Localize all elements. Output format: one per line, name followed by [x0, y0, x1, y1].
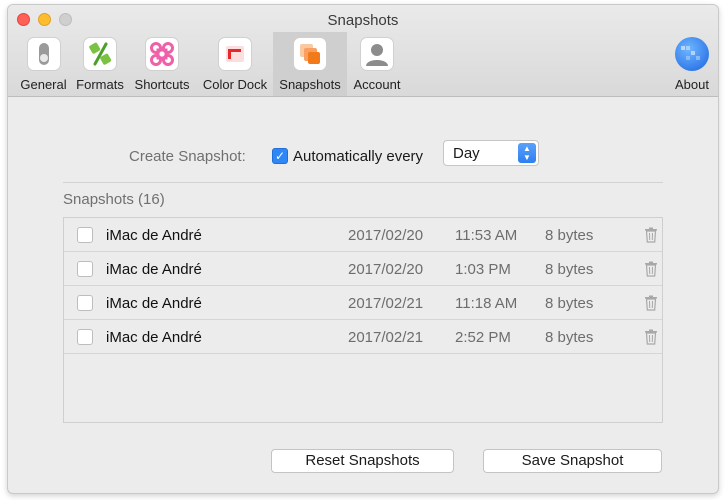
snapshot-name: iMac de André: [106, 227, 202, 244]
create-snapshot-label: Create Snapshot:: [129, 148, 246, 165]
auto-snapshot-label[interactable]: Automatically every: [293, 148, 423, 165]
tab-formats[interactable]: Formats: [72, 32, 128, 96]
snapshot-date: 2017/02/21: [348, 295, 424, 312]
preferences-window: Snapshots General Formats Shortcuts Colo…: [7, 4, 719, 494]
snapshots-pane: Create Snapshot: ✓ Automatically every D…: [8, 97, 718, 493]
tab-label: Shortcuts: [134, 77, 190, 92]
tab-shortcuts[interactable]: Shortcuts: [130, 32, 194, 96]
row-checkbox[interactable]: [77, 295, 93, 311]
tab-account[interactable]: Account: [347, 32, 407, 96]
save-snapshot-button[interactable]: Save Snapshot: [483, 449, 662, 473]
table-row[interactable]: iMac de André 2017/02/21 2:52 PM 8 bytes: [64, 320, 662, 354]
snapshot-date: 2017/02/20: [348, 227, 424, 244]
table-row[interactable]: iMac de André 2017/02/20 1:03 PM 8 bytes: [64, 252, 662, 286]
snapshot-size: 8 bytes: [545, 329, 594, 346]
row-checkbox[interactable]: [77, 227, 93, 243]
trash-icon[interactable]: [644, 329, 658, 345]
trash-icon[interactable]: [644, 295, 658, 311]
tab-label: Account: [353, 77, 401, 92]
color-dock-icon: [218, 37, 252, 71]
interval-select[interactable]: Day ▲ ▼: [443, 140, 539, 166]
globe-app-icon: [675, 37, 709, 71]
user-silhouette-icon: [360, 37, 394, 71]
window-title: Snapshots: [327, 12, 399, 29]
toggle-switch-icon: [26, 37, 61, 71]
snapshot-size: 8 bytes: [545, 295, 594, 312]
snapshot-size: 8 bytes: [545, 227, 594, 244]
snapshot-date: 2017/02/21: [348, 329, 424, 346]
snapshot-time: 11:53 AM: [455, 227, 518, 244]
toolbar: Snapshots General Formats Shortcuts Colo…: [8, 5, 718, 97]
snapshot-time: 1:03 PM: [455, 261, 511, 278]
tab-label: General: [20, 77, 67, 92]
chevron-up-down-icon: ▲ ▼: [518, 143, 536, 163]
snapshot-name: iMac de André: [106, 261, 202, 278]
command-key-icon: [145, 37, 179, 71]
trash-icon[interactable]: [644, 261, 658, 277]
snapshot-name: iMac de André: [106, 295, 202, 312]
snapshots-table: iMac de André 2017/02/20 11:53 AM 8 byte…: [63, 217, 663, 423]
snapshot-name: iMac de André: [106, 329, 202, 346]
tab-label: About: [675, 77, 709, 92]
tab-label: Formats: [76, 77, 124, 92]
trash-icon[interactable]: [644, 227, 658, 243]
tab-about[interactable]: About: [664, 32, 718, 96]
tab-snapshots[interactable]: Snapshots: [273, 32, 347, 96]
interval-value: Day: [453, 145, 480, 162]
row-checkbox[interactable]: [77, 329, 93, 345]
percent-icon: [83, 37, 117, 71]
table-row[interactable]: iMac de André 2017/02/21 11:18 AM 8 byte…: [64, 286, 662, 320]
snapshot-size: 8 bytes: [545, 261, 594, 278]
tab-label: Color Dock: [202, 77, 268, 92]
snapshot-time: 2:52 PM: [455, 329, 511, 346]
snapshots-header: Snapshots (16): [63, 191, 165, 208]
tab-color-dock[interactable]: Color Dock: [199, 32, 271, 96]
tab-label: Snapshots: [279, 77, 341, 92]
snapshot-date: 2017/02/20: [348, 261, 424, 278]
snapshot-time: 11:18 AM: [455, 295, 518, 312]
divider: [63, 182, 663, 183]
table-row[interactable]: iMac de André 2017/02/20 11:53 AM 8 byte…: [64, 218, 662, 252]
row-checkbox[interactable]: [77, 261, 93, 277]
snapshots-stack-icon: [293, 37, 327, 71]
tab-general[interactable]: General: [13, 32, 74, 96]
auto-snapshot-checkbox[interactable]: ✓: [272, 148, 288, 164]
reset-snapshots-button[interactable]: Reset Snapshots: [271, 449, 454, 473]
